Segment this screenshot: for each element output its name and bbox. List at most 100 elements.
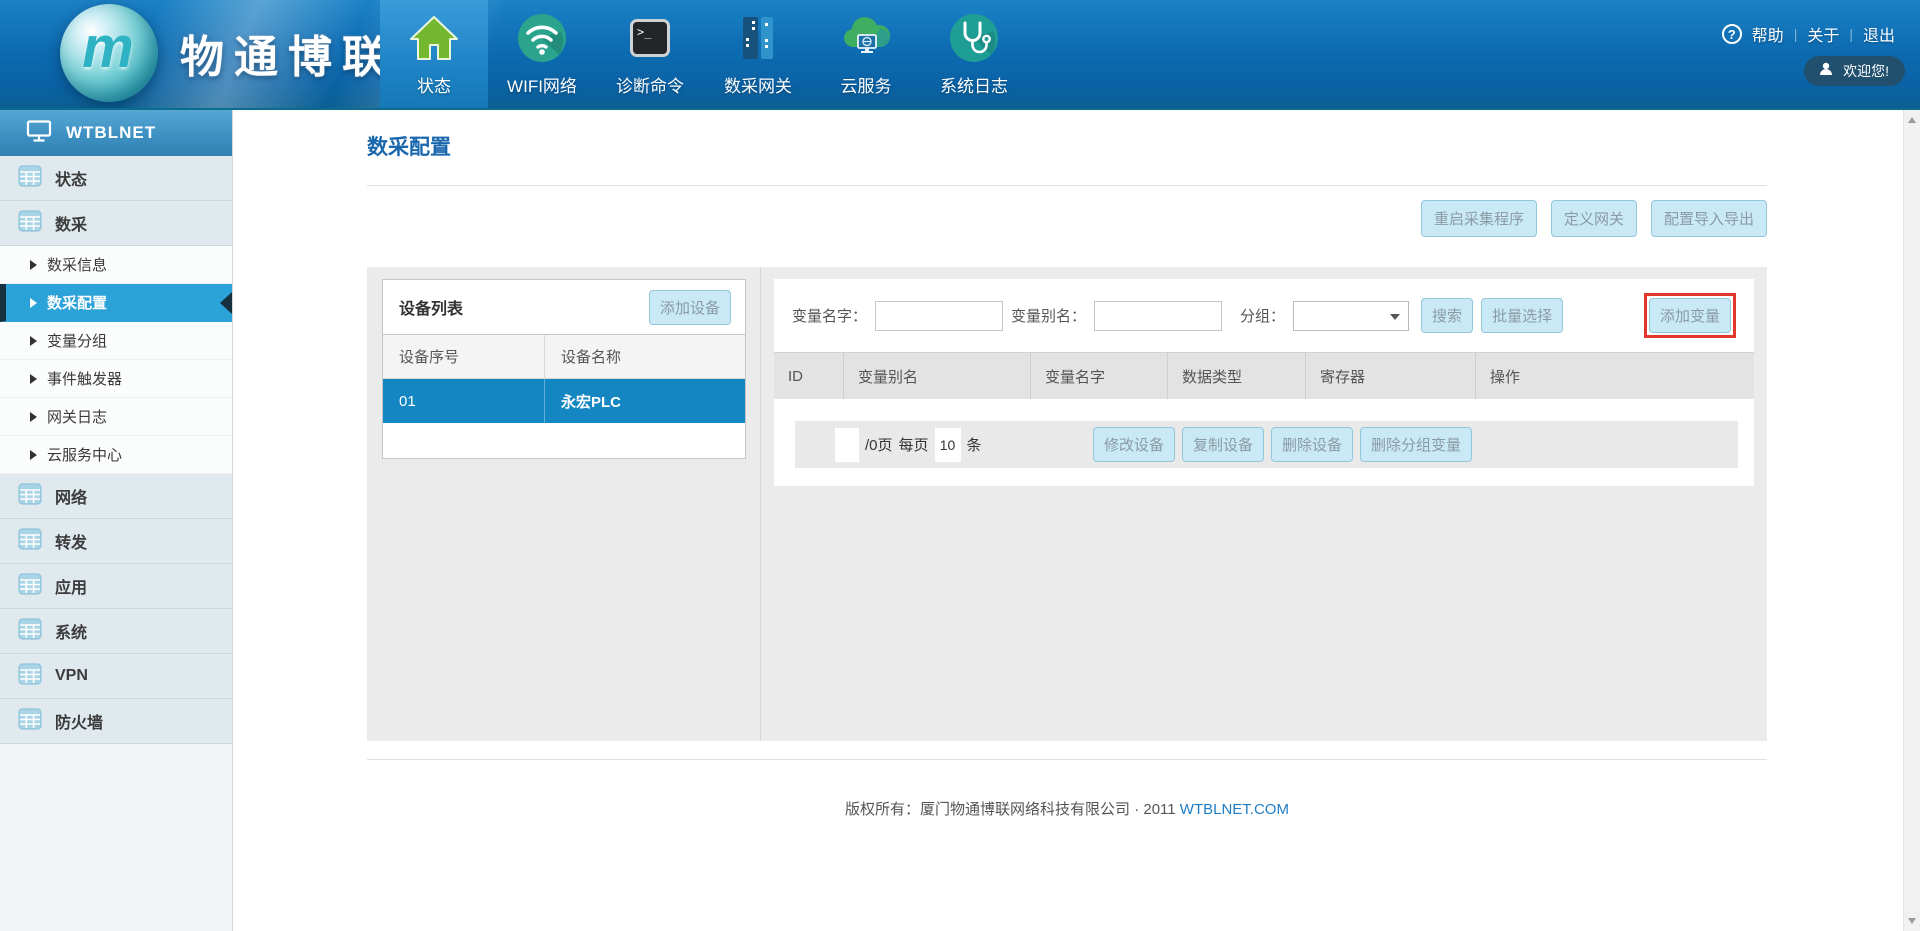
add-variable-button[interactable]: 添加变量 <box>1649 298 1731 333</box>
cloud-icon <box>840 12 892 64</box>
grid-icon <box>18 210 42 237</box>
page-number-input[interactable] <box>835 428 859 462</box>
device-col-name: 设备名称 <box>545 335 745 378</box>
page-footer: 版权所有：厦门物通博联网络科技有限公司 · 2011 WTBLNET.COM <box>367 798 1767 819</box>
col-register: 寄存器 <box>1306 353 1476 399</box>
variable-filter-row: 变量名字： 变量别名： 分组： 搜索 批量选择 添加变量 <box>774 279 1754 352</box>
sidebar-header: WTBLNET <box>0 110 232 156</box>
triangle-bullet-icon <box>30 412 37 422</box>
sidebar-item-vpn[interactable]: VPN <box>0 654 232 699</box>
sidebar-item-event-trigger[interactable]: 事件触发器 <box>0 360 232 398</box>
page-toolbar: 重启采集程序 定义网关 配置导入导出 <box>367 200 1767 237</box>
var-name-label: 变量名字： <box>792 305 867 326</box>
link-separator: | <box>1849 26 1853 42</box>
grid-icon <box>18 165 42 192</box>
device-list-title: 设备列表 <box>399 295 463 319</box>
var-alias-input[interactable] <box>1094 301 1222 331</box>
user-icon <box>1818 61 1834 82</box>
unit-label: 条 <box>967 434 982 455</box>
sidebar-item-application[interactable]: 应用 <box>0 564 232 609</box>
sidebar-item-system[interactable]: 系统 <box>0 609 232 654</box>
device-serial: 01 <box>383 379 545 423</box>
chevron-down-icon <box>1390 314 1400 320</box>
nav-item-wifi[interactable]: WIFI网络 <box>488 0 596 110</box>
top-links: ? 帮助 | 关于 | 退出 <box>1722 22 1895 46</box>
sidebar-item-datacollect[interactable]: 数采 <box>0 201 232 246</box>
sidebar-item-network[interactable]: 网络 <box>0 474 232 519</box>
config-import-export-button[interactable]: 配置导入导出 <box>1651 200 1767 237</box>
col-datatype: 数据类型 <box>1168 353 1306 399</box>
group-select[interactable] <box>1293 301 1409 331</box>
copy-device-button[interactable]: 复制设备 <box>1182 427 1264 462</box>
logout-link[interactable]: 退出 <box>1863 22 1895 46</box>
main-content: 数采配置 重启采集程序 定义网关 配置导入导出 设备列表 添加设备 设备序号 设… <box>233 110 1903 931</box>
scroll-down-icon[interactable] <box>1908 918 1916 924</box>
grid-icon <box>18 618 42 645</box>
about-link[interactable]: 关于 <box>1807 22 1839 46</box>
add-device-button[interactable]: 添加设备 <box>649 290 731 325</box>
nav-item-gateway[interactable]: 数采网关 <box>704 0 812 110</box>
copyright-text: 版权所有：厦门物通博联网络科技有限公司 · 2011 <box>845 801 1176 818</box>
scroll-up-icon[interactable] <box>1908 117 1916 123</box>
sidebar-item-cloud-center[interactable]: 云服务中心 <box>0 436 232 474</box>
device-list-header: 设备列表 添加设备 <box>383 280 745 335</box>
sidebar-item-datacollect-info[interactable]: 数采信息 <box>0 246 232 284</box>
stethoscope-icon <box>948 12 1000 64</box>
config-panel: 设备列表 添加设备 设备序号 设备名称 01 永宏PLC 变量名字： <box>367 267 1767 741</box>
device-col-serial: 设备序号 <box>383 335 545 378</box>
sidebar-item-forward[interactable]: 转发 <box>0 519 232 564</box>
sidebar-item-gateway-log[interactable]: 网关日志 <box>0 398 232 436</box>
variable-table-header: ID 变量别名 变量名字 数据类型 寄存器 操作 <box>774 352 1754 399</box>
app-window: 物通博联 状态 <box>0 0 1920 931</box>
define-gateway-button[interactable]: 定义网关 <box>1551 200 1637 237</box>
device-action-buttons: 修改设备 复制设备 删除设备 删除分组变量 <box>1093 427 1472 462</box>
help-icon: ? <box>1722 24 1742 44</box>
brand-name: 物通博联 <box>180 21 396 85</box>
per-page-label: 每页 <box>899 434 929 455</box>
grid-icon <box>18 528 42 555</box>
per-page-input[interactable] <box>935 428 961 462</box>
device-list-panel: 设备列表 添加设备 设备序号 设备名称 01 永宏PLC <box>382 279 746 459</box>
nav-item-diagnostic[interactable]: >_ 诊断命令 <box>596 0 704 110</box>
nav-item-syslog[interactable]: 系统日志 <box>920 0 1028 110</box>
delete-group-variable-button[interactable]: 删除分组变量 <box>1360 427 1472 462</box>
grid-icon <box>18 663 42 690</box>
vertical-scrollbar[interactable] <box>1903 110 1920 931</box>
footer-link[interactable]: WTBLNET.COM <box>1180 801 1289 818</box>
var-name-input[interactable] <box>875 301 1003 331</box>
grid-icon <box>18 573 42 600</box>
svg-text:>_: >_ <box>637 25 652 39</box>
restart-collector-button[interactable]: 重启采集程序 <box>1421 200 1537 237</box>
search-button[interactable]: 搜索 <box>1421 298 1473 333</box>
device-name: 永宏PLC <box>545 379 745 423</box>
col-actions: 操作 <box>1476 353 1754 399</box>
monitor-icon <box>26 119 52 148</box>
main-nav: 状态 WIFI网络 <box>380 0 1028 110</box>
triangle-bullet-icon <box>30 450 37 460</box>
variable-panel: 变量名字： 变量别名： 分组： 搜索 批量选择 添加变量 <box>774 279 1754 486</box>
annotation-highlight-box: 添加变量 <box>1644 293 1736 338</box>
nav-item-cloud[interactable]: 云服务 <box>812 0 920 110</box>
active-arrow-icon <box>220 292 232 314</box>
vertical-divider <box>760 267 761 741</box>
variable-table-body: /0页 每页 条 修改设备 复制设备 删除设备 删除分组变量 <box>774 399 1754 486</box>
sidebar-item-variable-group[interactable]: 变量分组 <box>0 322 232 360</box>
modify-device-button[interactable]: 修改设备 <box>1093 427 1175 462</box>
group-label: 分组： <box>1240 305 1285 326</box>
triangle-bullet-icon <box>30 260 37 270</box>
welcome-badge[interactable]: 欢迎您! <box>1804 56 1905 86</box>
help-link[interactable]: 帮助 <box>1752 22 1784 46</box>
triangle-bullet-icon <box>30 336 37 346</box>
sidebar-item-status[interactable]: 状态 <box>0 156 232 201</box>
home-icon <box>408 12 460 64</box>
sidebar-item-datacollect-config[interactable]: 数采配置 <box>0 284 232 322</box>
delete-device-button[interactable]: 删除设备 <box>1271 427 1353 462</box>
top-header: 物通博联 状态 <box>0 0 1920 110</box>
var-alias-label: 变量别名： <box>1011 305 1086 326</box>
welcome-text: 欢迎您! <box>1843 61 1889 81</box>
sidebar-item-firewall[interactable]: 防火墙 <box>0 699 232 744</box>
nav-item-status[interactable]: 状态 <box>380 0 488 110</box>
device-row-selected[interactable]: 01 永宏PLC <box>383 379 745 423</box>
batch-select-button[interactable]: 批量选择 <box>1481 298 1563 333</box>
grid-icon <box>18 708 42 735</box>
